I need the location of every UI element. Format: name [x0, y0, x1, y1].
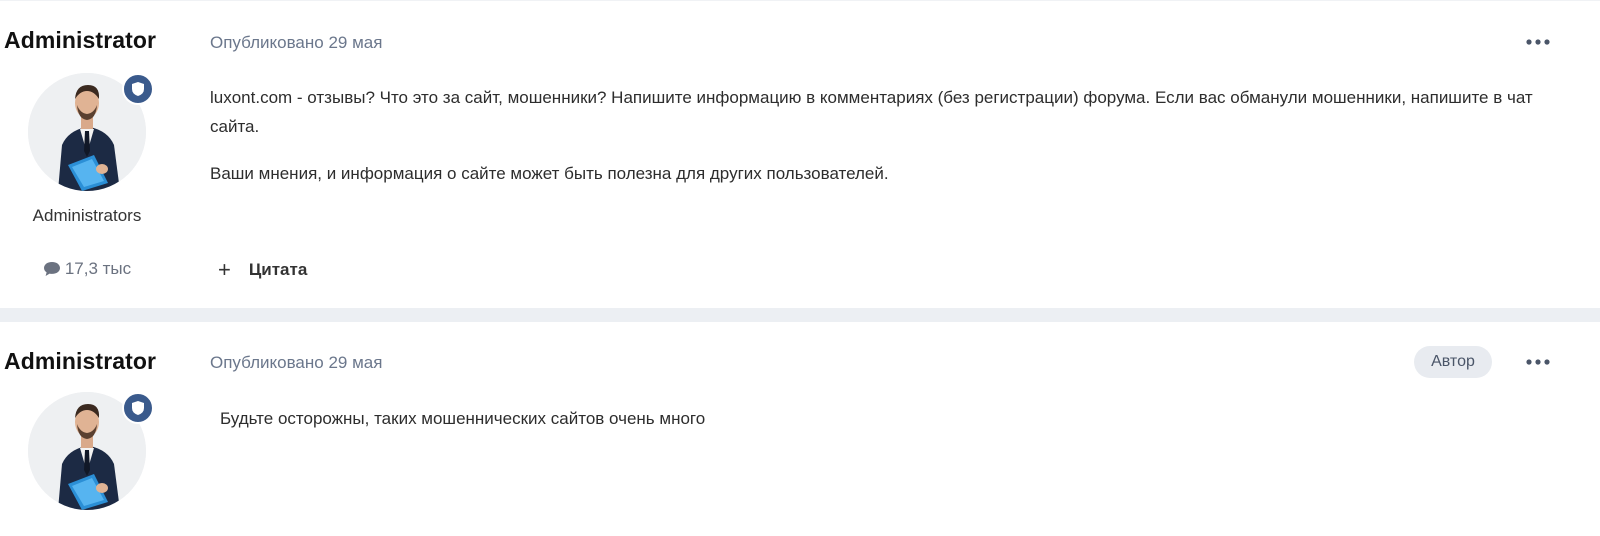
author-avatar-container[interactable]	[28, 392, 154, 510]
author-name[interactable]: Administrator	[4, 348, 156, 375]
more-options-button[interactable]	[1522, 31, 1554, 53]
post-separator	[0, 308, 1600, 322]
shield-icon	[122, 392, 154, 424]
post-count-value: 17,3 тыс	[64, 259, 132, 278]
ellipsis-icon	[1526, 39, 1550, 45]
speech-bubble-icon	[43, 261, 61, 282]
quote-button[interactable]: + Цитата	[218, 257, 307, 283]
plus-icon: +	[218, 257, 231, 282]
author-name[interactable]: Administrator	[4, 27, 156, 54]
post-paragraph: Будьте осторожны, таких мошеннических са…	[220, 409, 706, 428]
ellipsis-icon	[1526, 359, 1550, 365]
author-group: Administrators	[32, 206, 142, 225]
post-paragraph: Ваши мнения, и информация о сайте может …	[210, 164, 889, 183]
post-paragraph: luxont.com - отзывы? Что это за сайт, мо…	[210, 88, 1533, 136]
more-options-button[interactable]	[1522, 351, 1554, 373]
author-badge: Автор	[1414, 346, 1492, 378]
post-count: 17,3 тыс	[0, 259, 174, 282]
shield-icon	[122, 73, 154, 105]
forum-post: Administrator	[0, 0, 1600, 309]
post-content: Будьте осторожны, таких мошеннических са…	[220, 404, 1590, 451]
forum-post: Administrator	[0, 322, 1600, 536]
published-date[interactable]: Опубликовано 29 мая	[210, 353, 382, 373]
author-avatar-container[interactable]	[28, 73, 154, 191]
forum-page: Administrator Administrators 17,3 тыс Оп…	[0, 0, 1600, 536]
published-date[interactable]: Опубликовано 29 мая	[210, 33, 382, 53]
post-content: luxont.com - отзывы? Что это за сайт, мо…	[210, 83, 1580, 206]
quote-label: Цитата	[248, 260, 308, 279]
